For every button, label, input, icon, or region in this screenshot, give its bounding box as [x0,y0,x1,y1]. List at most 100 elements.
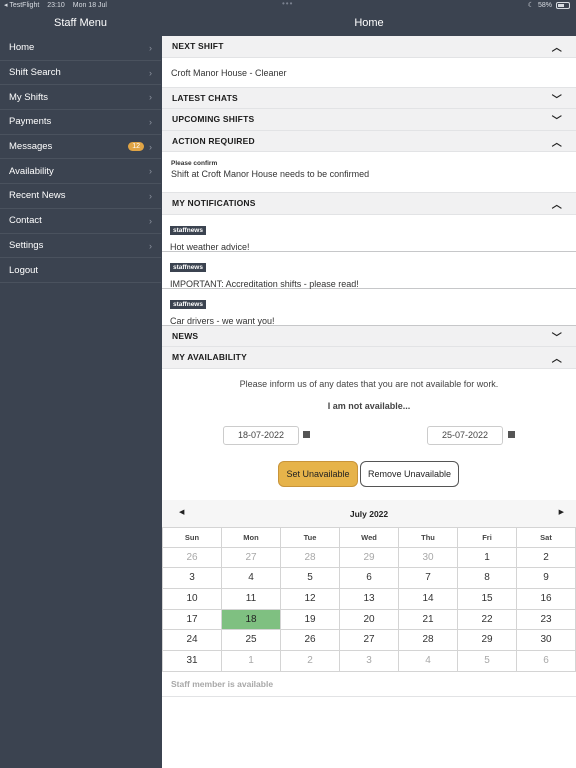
calendar-day[interactable]: 1 [458,547,517,569]
next-shift-header[interactable]: NEXT SHIFT ︿ [162,36,576,58]
notification-item[interactable]: staffnews Car drivers - we want you! [162,289,576,326]
calendar-day[interactable]: 28 [281,547,340,569]
calendar-icon[interactable] [303,430,310,438]
calendar-day[interactable]: 6 [517,650,576,672]
sidebar-item-recent-news[interactable]: Recent News › [0,184,161,209]
notification-tag: staffnews [170,262,206,272]
calendar-day[interactable]: 30 [517,630,576,651]
calendar-day[interactable]: 13 [340,588,399,610]
calendar-day[interactable]: 5 [458,650,517,672]
calendar-day[interactable]: 31 [163,650,222,672]
action-required-item[interactable]: Please confirm Shift at Croft Manor Hous… [162,152,576,193]
weekday-label: Sun [163,526,222,548]
availability-subtitle: I am not available... [327,400,411,411]
chevron-up-icon: ︿ [551,200,562,211]
availability-status: Staff member is available [171,678,274,689]
status-bar: ◂ TestFlight 23:10 Mon 18 Jul ••• ☾ 58% [0,0,576,12]
calendar-day[interactable]: 29 [340,547,399,569]
multitask-dots[interactable]: ••• [282,0,293,8]
sidebar-item-label: Home [9,42,35,54]
action-message: Shift at Croft Manor House needs to be c… [171,169,370,179]
weekday-label: Wed [340,526,399,548]
notification-item[interactable]: staffnews IMPORTANT: Accreditation shift… [162,252,576,289]
battery-label: 58% [537,1,552,9]
chevron-down-icon: ﹀ [551,332,562,344]
calendar-day[interactable]: 6 [340,568,399,589]
chevron-right-icon: › [149,117,152,128]
sidebar-item-messages[interactable]: Messages 12 › [0,135,161,160]
latest-chats-header[interactable]: LATEST CHATS ﹀ [162,87,576,109]
calendar-day[interactable]: 29 [458,630,517,651]
calendar-day[interactable]: 24 [163,630,222,651]
calendar-day[interactable]: 10 [163,588,222,610]
calendar-day[interactable]: 23 [517,609,576,631]
sidebar-item-payments[interactable]: Payments › [0,110,161,135]
remove-unavailable-button[interactable]: Remove Unavailable [360,460,459,487]
sidebar-item-logout[interactable]: Logout [0,258,161,283]
weekday-label: Fri [458,526,517,548]
chevron-right-icon: › [149,240,152,251]
calendar-day[interactable]: 3 [340,650,399,672]
calendar-day[interactable]: 30 [399,547,458,569]
section-title: NEWS [172,330,199,341]
set-unavailable-button[interactable]: Set Unavailable [278,460,358,487]
notification-item[interactable]: staffnews Hot weather advice! [162,215,576,252]
sidebar-item-label: My Shifts [9,91,49,103]
action-label: Please confirm [171,160,218,167]
calendar-day[interactable]: 4 [399,650,458,672]
sidebar-item-settings[interactable]: Settings › [0,234,161,259]
calendar-day[interactable]: 27 [222,547,281,569]
weekday-label: Thu [399,526,458,548]
calendar-day[interactable]: 17 [163,609,222,631]
upcoming-shifts-header[interactable]: UPCOMING SHIFTS ﹀ [162,109,576,131]
calendar-day[interactable]: 1 [222,650,281,672]
from-date-input[interactable]: 18-07-2022 [223,425,299,445]
calendar-day[interactable]: 26 [163,547,222,569]
notification-tag: staffnews [170,225,206,235]
sidebar-item-home[interactable]: Home › [0,36,161,61]
chevron-down-icon: ﹀ [551,94,562,106]
sidebar-item-availability[interactable]: Availability › [0,159,161,185]
calendar-day[interactable]: 25 [222,630,281,651]
status-right: ☾ 58% [528,1,570,9]
moon-icon: ☾ [527,2,534,9]
calendar-day[interactable]: 4 [222,568,281,589]
notification-tag: staffnews [170,299,206,309]
sidebar-item-shift-search[interactable]: Shift Search › [0,61,161,86]
sidebar-item-label: Shift Search [9,67,61,79]
calendar-day[interactable]: 12 [281,588,340,610]
calendar-day[interactable]: 19 [281,609,340,631]
availability-header[interactable]: MY AVAILABILITY ︿ [162,347,576,369]
calendar-day[interactable]: 22 [458,609,517,631]
to-date-input[interactable]: 25-07-2022 [427,425,503,445]
calendar-day[interactable]: 20 [340,609,399,631]
sidebar-item-label: Settings [9,239,44,251]
calendar-day[interactable]: 15 [458,588,517,610]
calendar-day[interactable]: 26 [281,630,340,651]
sidebar-item-contact[interactable]: Contact › [0,209,161,234]
calendar-day[interactable]: 11 [222,588,281,610]
calendar-day[interactable]: 8 [458,568,517,589]
calendar-day-selected[interactable]: 18 [222,609,281,631]
weekday-label: Mon [222,526,281,548]
calendar-day[interactable]: 2 [281,650,340,672]
calendar-day[interactable]: 21 [399,609,458,631]
calendar-day[interactable]: 14 [399,588,458,610]
news-header[interactable]: NEWS ﹀ [162,325,576,347]
notifications-header[interactable]: MY NOTIFICATIONS ︿ [162,193,576,215]
calendar-day[interactable]: 27 [340,630,399,651]
calendar-day[interactable]: 9 [517,568,576,589]
calendar-day[interactable]: 2 [517,547,576,569]
calendar-day[interactable]: 28 [399,630,458,651]
next-shift-value[interactable]: Croft Manor House - Cleaner [162,58,576,88]
chevron-right-icon: › [149,166,152,177]
calendar-icon[interactable] [508,430,515,438]
action-required-header[interactable]: ACTION REQUIRED ︿ [162,130,576,152]
sidebar-item-my-shifts[interactable]: My Shifts › [0,85,161,111]
calendar-day[interactable]: 16 [517,588,576,610]
calendar-day[interactable]: 5 [281,568,340,589]
section-title: MY AVAILABILITY [172,352,247,363]
calendar-day[interactable]: 3 [163,568,222,589]
next-month-icon[interactable]: ▶ [559,508,564,516]
calendar-day[interactable]: 7 [399,568,458,589]
